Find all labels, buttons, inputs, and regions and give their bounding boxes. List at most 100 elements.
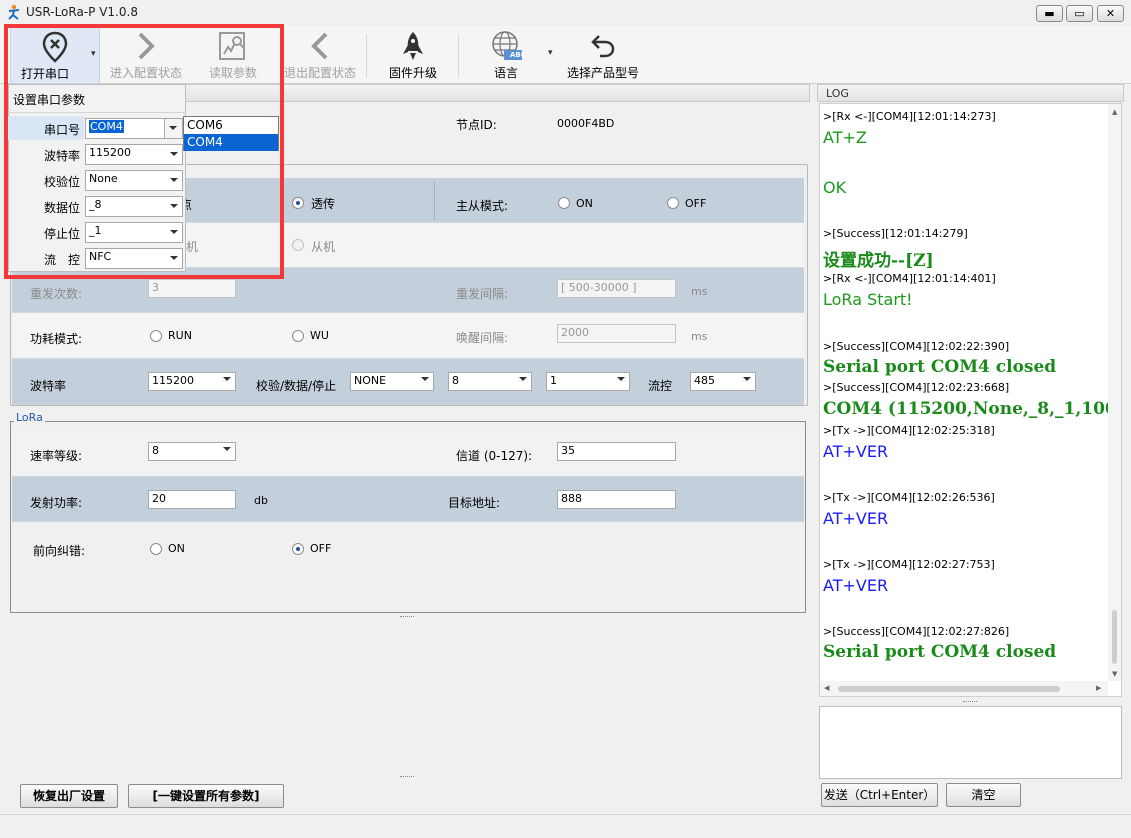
transparent-radio[interactable] [292, 197, 304, 209]
port-dropdown-button[interactable] [164, 119, 182, 138]
retry-interval-input[interactable]: [ 500-30000 ] [557, 279, 676, 298]
row-divider [434, 182, 435, 220]
uart-baud-label: 波特率 [30, 379, 67, 393]
chevron-down-icon [170, 152, 178, 156]
firmware-upgrade-label: 固件升级 [388, 66, 437, 80]
chevron-down-icon [223, 447, 231, 451]
select-model-button[interactable]: 选择产品型号 [562, 26, 644, 84]
port-option-selected[interactable]: COM4 [184, 134, 278, 151]
master-slave-on-radio[interactable] [558, 197, 570, 209]
uart-data-select[interactable]: 8 [448, 372, 532, 391]
log-line: AT+VER [823, 509, 889, 528]
uart-parity-select[interactable]: NONE [350, 372, 434, 391]
app-logo-icon [8, 4, 20, 20]
log-output[interactable]: >[Rx <-][COM4][12:01:14:273] AT+Z OK >[S… [819, 103, 1122, 697]
wake-interval-input[interactable]: 2000 [557, 324, 676, 343]
set-all-params-button[interactable]: [一键设置所有参数] [128, 784, 284, 808]
select-model-label: 选择产品型号 [566, 66, 639, 80]
port-dropdown-list: COM6 COM4 [183, 116, 279, 151]
enter-config-button[interactable]: 进入配置状态 [104, 26, 188, 84]
log-line: >[Success][COM4][12:02:27:826] [823, 625, 1010, 638]
master-slave-off-radio[interactable] [667, 197, 679, 209]
scroll-up-icon[interactable]: ▲ [1112, 108, 1117, 116]
log-hscrollbar[interactable]: ◀ ▶ [820, 681, 1108, 696]
retry-interval-label: 重发间隔: [456, 287, 509, 301]
power-run-radio[interactable] [150, 330, 162, 342]
scroll-right-icon[interactable]: ▶ [1096, 684, 1101, 692]
language-dropdown-icon[interactable]: ▾ [548, 48, 553, 58]
rate-level-value: 8 [152, 444, 159, 457]
send-input[interactable] [819, 706, 1122, 779]
splitter-grip[interactable] [400, 776, 414, 778]
read-params-label: 读取参数 [208, 66, 257, 80]
port-select[interactable]: COM4 [85, 118, 183, 139]
open-port-label: 打开串口 [20, 67, 69, 81]
stop-bits-value: _1 [89, 224, 102, 237]
language-button[interactable]: ABC 语言 ▾ [476, 26, 553, 84]
retry-count-input[interactable]: 3 [148, 279, 236, 298]
firmware-upgrade-button[interactable]: 固件升级 [380, 26, 446, 84]
log-line: >[Success][12:01:14:279] [823, 227, 968, 240]
uart-stop-value: 1 [550, 374, 557, 387]
clear-button[interactable]: 清空 [946, 783, 1021, 807]
splitter-grip[interactable] [400, 616, 414, 618]
log-line: Serial port COM4 closed [823, 357, 1057, 377]
minimize-button[interactable]: ▬ [1036, 5, 1063, 22]
rate-level-select[interactable]: 8 [148, 442, 236, 461]
log-header-label: LOG [826, 87, 849, 100]
log-line: COM4 (115200,None,_8,_1,100) Op [823, 399, 1122, 419]
channel-label: 信道 (0-127): [456, 449, 533, 463]
channel-input[interactable]: 35 [557, 442, 676, 461]
data-bits-label: 数据位 [43, 201, 80, 215]
power-mode-label: 功耗模式: [30, 332, 83, 346]
log-line: OK [823, 178, 847, 197]
flow-control-value: NFC [89, 250, 112, 263]
slave-radio[interactable] [292, 239, 304, 251]
title-bar: USR-LoRa-P V1.0.8 ▬ ▭ ✕ [0, 0, 1131, 26]
wake-interval-label: 唤醒间隔: [456, 331, 509, 345]
popup-divider [8, 112, 186, 113]
log-hscroll-thumb[interactable] [838, 686, 1060, 692]
scroll-down-icon[interactable]: ▼ [1112, 670, 1117, 678]
tx-power-label: 发射功率: [30, 496, 83, 510]
uart-stop-select[interactable]: 1 [546, 372, 630, 391]
parity-select[interactable]: None [85, 170, 183, 191]
tx-power-input[interactable]: 20 [148, 490, 236, 509]
power-wu-radio[interactable] [292, 330, 304, 342]
power-row [12, 313, 804, 359]
maximize-button[interactable]: ▭ [1066, 5, 1093, 22]
send-button[interactable]: 发送（Ctrl+Enter） [821, 783, 938, 807]
close-button[interactable]: ✕ [1097, 5, 1124, 22]
uart-baud-select[interactable]: 115200 [148, 372, 236, 391]
toolbar-separator [458, 34, 459, 78]
chevron-right-icon [138, 32, 155, 60]
log-vscroll-thumb[interactable] [1112, 610, 1117, 664]
factory-reset-button[interactable]: 恢复出厂设置 [20, 784, 118, 808]
slave-label: 从机 [311, 240, 336, 254]
stop-bits-select[interactable]: _1 [85, 222, 183, 243]
retry-count-label: 重发次数: [30, 287, 83, 301]
flow-control-select[interactable]: NFC [85, 248, 183, 269]
fec-label: 前向纠错: [33, 544, 86, 558]
log-vscrollbar[interactable]: ▲ ▼ [1108, 104, 1121, 681]
port-option[interactable]: COM6 [184, 117, 278, 134]
fec-on-radio[interactable] [150, 543, 162, 555]
open-port-button[interactable]: 打开串口 ▾ [10, 26, 100, 84]
exit-config-button[interactable]: 退出配置状态 [280, 26, 360, 84]
uart-parity-value: NONE [354, 374, 387, 387]
parity-value: None [89, 172, 118, 185]
power-wu-label: WU [310, 329, 329, 342]
baud-select[interactable]: 115200 [85, 144, 183, 165]
scroll-left-icon[interactable]: ◀ [824, 684, 829, 692]
data-bits-select[interactable]: _8 [85, 196, 183, 217]
fec-off-radio[interactable] [292, 543, 304, 555]
open-port-dropdown-icon[interactable]: ▾ [91, 49, 96, 59]
target-address-label: 目标地址: [448, 496, 501, 510]
chevron-down-icon [169, 126, 177, 130]
uart-flow-select[interactable]: 485 [690, 372, 756, 391]
read-params-button[interactable]: 读取参数 [196, 26, 270, 84]
target-address-input[interactable]: 888 [557, 490, 676, 509]
splitter-grip[interactable] [963, 701, 977, 703]
port-label: 串口号 [43, 123, 80, 137]
uart-data-value: 8 [452, 374, 459, 387]
